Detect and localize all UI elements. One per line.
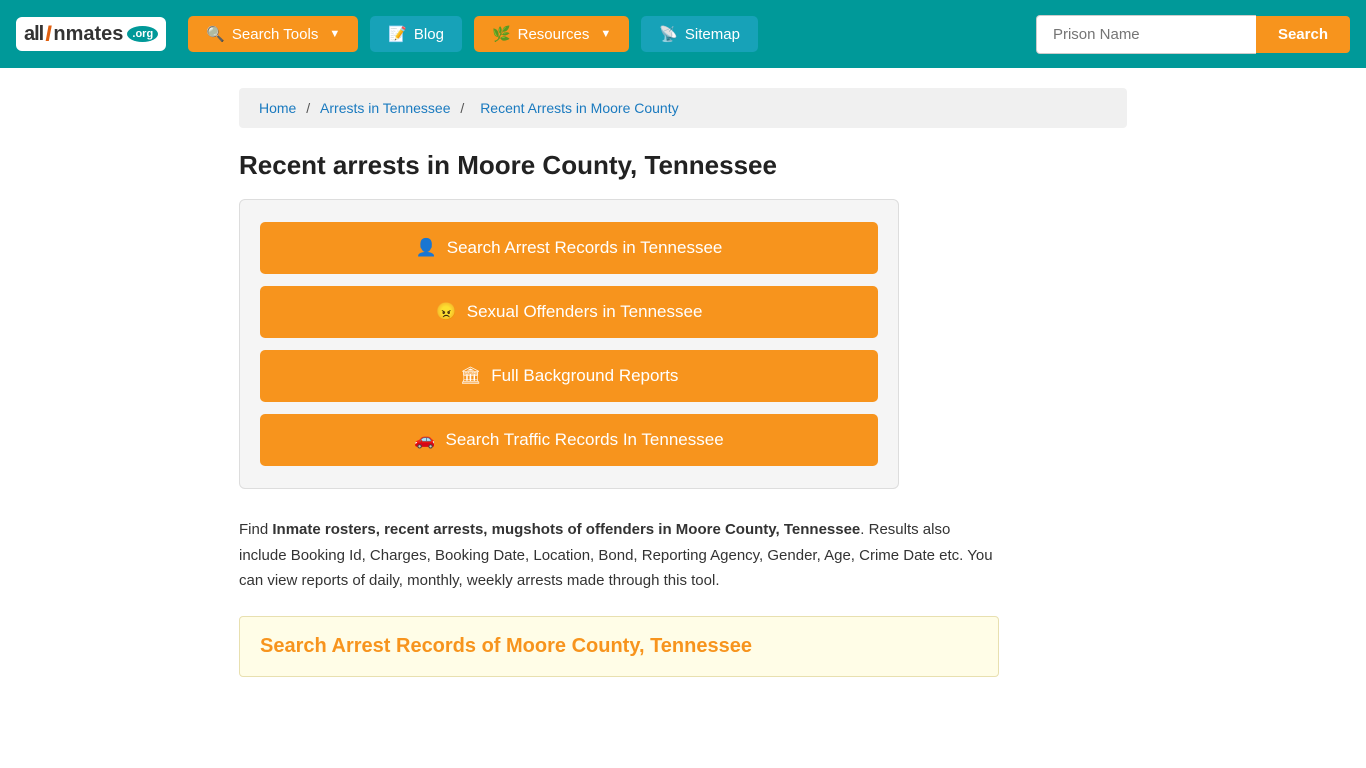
chevron-down-icon-2: ▼ — [600, 28, 611, 40]
header-search: Search — [1036, 15, 1350, 54]
resources-button[interactable]: 🌿 Resources ▼ — [474, 16, 629, 52]
description-intro: Find — [239, 521, 272, 538]
breadcrumb-sep-2: / — [460, 100, 468, 116]
section-box-title: Search Arrest Records of Moore County, T… — [260, 635, 978, 658]
page-title: Recent arrests in Moore County, Tennesse… — [239, 150, 1127, 181]
breadcrumb-current: Recent Arrests in Moore County — [480, 100, 678, 116]
blog-label: Blog — [414, 26, 444, 43]
sexual-offenders-label: Sexual Offenders in Tennessee — [467, 302, 703, 322]
search-arrest-records-label: Search Arrest Records in Tennessee — [447, 238, 723, 258]
description-bold: Inmate rosters, recent arrests, mugshots… — [272, 521, 860, 538]
prison-search-input[interactable] — [1036, 15, 1256, 54]
chevron-down-icon: ▼ — [329, 28, 340, 40]
full-background-reports-button[interactable]: 🏛 Full Background Reports — [260, 350, 878, 402]
full-background-reports-label: Full Background Reports — [491, 366, 678, 386]
sitemap-label: Sitemap — [685, 26, 740, 43]
resources-icon: 🌿 — [492, 25, 511, 43]
traffic-records-label: Search Traffic Records In Tennessee — [446, 430, 724, 450]
main-content: Home / Arrests in Tennessee / Recent Arr… — [223, 68, 1143, 697]
blog-icon: 📝 — [388, 25, 407, 43]
logo-mates-text: nmates — [53, 23, 123, 46]
search-tools-label: Search Tools — [232, 26, 318, 43]
logo-box: all I nmates .org — [16, 17, 166, 51]
search-arrest-records-button[interactable]: 👤 Search Arrest Records in Tennessee — [260, 222, 878, 274]
sexual-offenders-button[interactable]: 😠 Sexual Offenders in Tennessee — [260, 286, 878, 338]
navbar: all I nmates .org 🔍 Search Tools ▼ 📝 Blo… — [0, 0, 1366, 68]
search-tools-button[interactable]: 🔍 Search Tools ▼ — [188, 16, 358, 52]
traffic-records-button[interactable]: 🚗 Search Traffic Records In Tennessee — [260, 414, 878, 466]
resources-label: Resources — [518, 26, 590, 43]
breadcrumb: Home / Arrests in Tennessee / Recent Arr… — [239, 88, 1127, 128]
arrest-records-icon: 👤 — [416, 238, 437, 258]
search-icon: 🔍 — [206, 25, 225, 43]
logo: all I nmates .org — [16, 17, 166, 51]
blog-button[interactable]: 📝 Blog — [370, 16, 462, 52]
search-button-label: Search — [1278, 26, 1328, 43]
action-buttons-panel: 👤 Search Arrest Records in Tennessee 😠 S… — [239, 199, 899, 489]
logo-in-text: I — [45, 21, 51, 47]
sitemap-icon: 📡 — [659, 25, 678, 43]
traffic-records-icon: 🚗 — [414, 430, 435, 450]
offenders-icon: 😠 — [436, 302, 457, 322]
breadcrumb-sep-1: / — [306, 100, 314, 116]
description-paragraph: Find Inmate rosters, recent arrests, mug… — [239, 517, 999, 594]
sitemap-button[interactable]: 📡 Sitemap — [641, 16, 758, 52]
breadcrumb-home[interactable]: Home — [259, 100, 296, 116]
breadcrumb-arrests-tn[interactable]: Arrests in Tennessee — [320, 100, 450, 116]
logo-org-text: .org — [127, 26, 158, 42]
background-reports-icon: 🏛 — [460, 366, 482, 386]
logo-all-text: all — [24, 23, 43, 46]
prison-search-button[interactable]: Search — [1256, 16, 1350, 53]
section-box: Search Arrest Records of Moore County, T… — [239, 616, 999, 677]
